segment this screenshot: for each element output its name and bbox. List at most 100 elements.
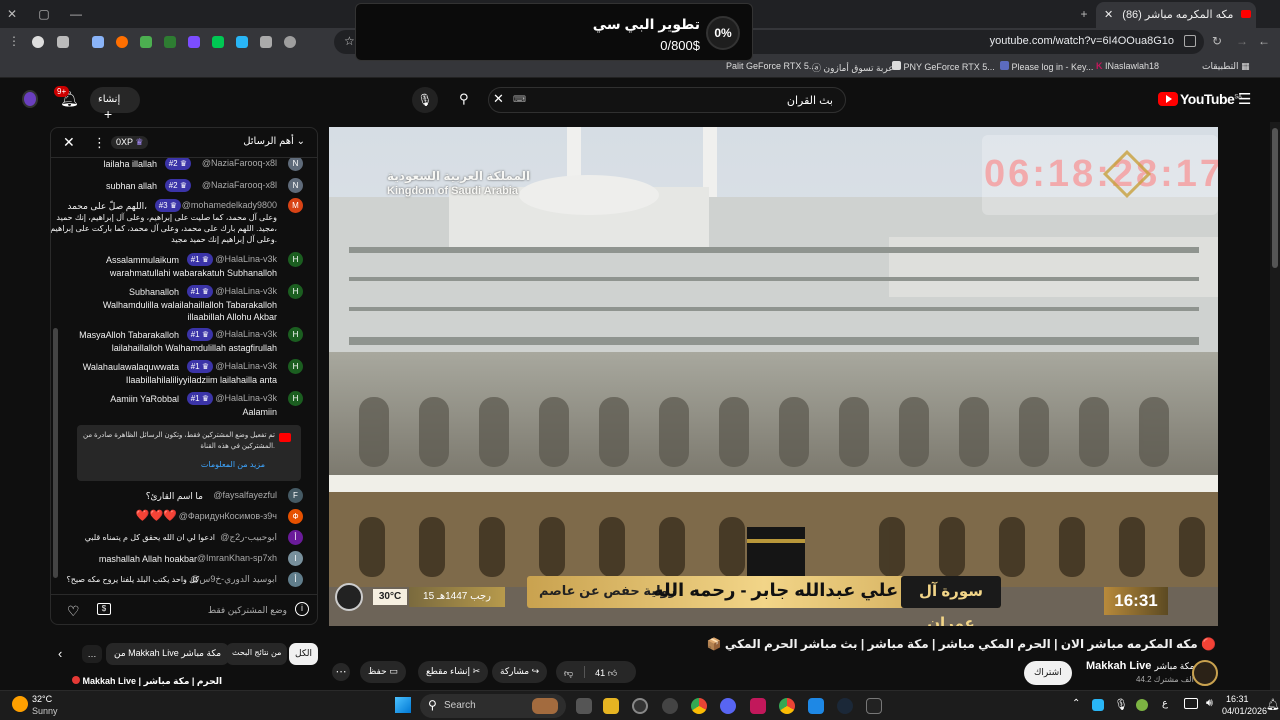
- mic-icon[interactable]: 🎙︎: [412, 87, 438, 113]
- tray-app-green-icon[interactable]: [1136, 699, 1148, 711]
- author-name[interactable]: @NaziaFarooq-x8l: [202, 180, 277, 190]
- info-icon[interactable]: i: [295, 602, 309, 616]
- bookmark-item[interactable]: PNY GeForce RTX 5...: [892, 61, 995, 72]
- epic-games-icon[interactable]: [866, 698, 882, 714]
- search-input[interactable]: ⚲ ✕ ⌨ بث القران: [459, 87, 846, 113]
- profile-icon[interactable]: [32, 36, 44, 48]
- subscribe-button[interactable]: اشتراك: [1024, 661, 1072, 685]
- bookmark-item[interactable]: Please log in - Key...: [1000, 61, 1093, 72]
- close-window-icon[interactable]: ✕: [4, 6, 20, 22]
- points-badge[interactable]: 0XP ♛: [111, 136, 149, 149]
- channel-name[interactable]: Makkah Live مكة مباشر: [1086, 660, 1194, 672]
- reload-icon[interactable]: ↻: [1212, 34, 1222, 48]
- author-name[interactable]: @HalaLina-v3k: [215, 286, 277, 296]
- chip-channel[interactable]: من Makkah Live مكة مباشر: [106, 643, 230, 665]
- chip-all[interactable]: الكل: [289, 643, 319, 665]
- author-name[interactable]: @HalaLina-v3k: [215, 361, 277, 371]
- search-icon[interactable]: ⚲: [459, 91, 469, 107]
- extension-wave-icon[interactable]: [236, 36, 248, 48]
- like-icon[interactable]: 👍︎: [608, 668, 617, 678]
- language-indicator[interactable]: ع: [1162, 698, 1168, 709]
- chrome-profile-icon[interactable]: [779, 698, 795, 714]
- extension-grey-icon[interactable]: [284, 36, 296, 48]
- clock-date[interactable]: 04/01/2026: [1222, 706, 1267, 716]
- page-scrollbar-thumb[interactable]: [1272, 128, 1278, 268]
- save-button[interactable]: حفظ ▭: [360, 661, 406, 683]
- active-tab[interactable]: ✕ (86) مكه المكرمه مباشر: [1096, 2, 1256, 28]
- taskbar-search[interactable]: ⚲ Search: [420, 694, 566, 718]
- app-blue-icon[interactable]: [808, 698, 824, 714]
- volume-icon[interactable]: 🔊︎: [1206, 697, 1213, 710]
- bookmark-item[interactable]: K INaslawlah18: [1096, 61, 1159, 71]
- learn-more-link[interactable]: مزيد من المعلومات: [201, 460, 265, 469]
- extension-kick-icon[interactable]: [212, 36, 224, 48]
- maximize-window-icon[interactable]: ▢: [36, 6, 52, 22]
- super-chat-icon[interactable]: $: [97, 603, 111, 615]
- author-name[interactable]: @ابوسيد الدوري-خ9س: [190, 574, 277, 585]
- dislike-icon[interactable]: 👎︎: [564, 668, 573, 678]
- site-info-icon[interactable]: [1184, 35, 1196, 47]
- url-text[interactable]: youtube.com/watch?v=6I4OOua8G1o: [990, 35, 1174, 47]
- clock-time[interactable]: 16:31: [1226, 694, 1249, 704]
- bookmark-star-icon[interactable]: ☆: [344, 34, 355, 48]
- weather-temp[interactable]: 32°C: [32, 694, 52, 704]
- forward-icon[interactable]: →: [1236, 34, 1248, 48]
- close-chat-icon[interactable]: ✕: [63, 134, 75, 151]
- author-name[interactable]: @ابوحبيب-ر2ج: [220, 532, 277, 543]
- discord-icon[interactable]: [720, 698, 736, 714]
- speaker-icon[interactable]: [260, 36, 272, 48]
- author-name[interactable]: @ImranKhan-sp7xh: [197, 553, 277, 563]
- author-name[interactable]: @faysalfayezful: [213, 490, 277, 500]
- author-name[interactable]: @NaziaFarooq-x8l: [202, 158, 277, 168]
- new-tab-icon[interactable]: +: [1076, 6, 1092, 22]
- chat-menu-icon[interactable]: ⋮: [93, 135, 106, 151]
- display-icon[interactable]: [1184, 698, 1198, 709]
- author-name[interactable]: @HalaLina-v3k: [215, 393, 277, 403]
- apps-shortcut[interactable]: التطبيقات ▦: [1202, 61, 1250, 72]
- app-icon[interactable]: [632, 698, 648, 714]
- chat-scrollbar[interactable]: [53, 328, 58, 578]
- file-explorer-icon[interactable]: [603, 698, 619, 714]
- notification-bell-icon[interactable]: 🔔︎: [1266, 698, 1280, 711]
- chips-prev-icon[interactable]: ‹: [58, 646, 62, 661]
- settings-gear-icon[interactable]: [662, 698, 678, 714]
- steam-icon[interactable]: [837, 698, 853, 714]
- tray-chevron-icon[interactable]: ⌃: [1072, 698, 1080, 709]
- clear-search-icon[interactable]: ✕: [493, 91, 504, 107]
- video-player[interactable]: المملكة العربية السعودية Kingdom of Saud…: [329, 127, 1218, 626]
- minimize-window-icon[interactable]: —: [68, 6, 84, 22]
- chip-search[interactable]: من نتائج البحث: [226, 643, 288, 665]
- hamburger-menu-icon[interactable]: ☰: [1238, 90, 1251, 108]
- heart-icon[interactable]: ♡: [67, 603, 80, 620]
- chip-overflow[interactable]: …: [82, 645, 102, 663]
- windows-start-icon[interactable]: [395, 697, 411, 713]
- avatar[interactable]: [22, 90, 38, 108]
- create-button[interactable]: إنشاء +: [90, 87, 140, 122]
- share-button[interactable]: مشاركة ↪: [492, 661, 548, 683]
- author-name[interactable]: @ФаридунКосимов-з9ч: [179, 511, 277, 521]
- back-icon[interactable]: ←: [1258, 34, 1270, 48]
- author-name[interactable]: @HalaLina-v3k: [215, 329, 277, 339]
- bookmark-item[interactable]: ⓐ عربة تسوق أمازون: [812, 61, 894, 74]
- youtube-logo[interactable]: YouTubeSA: [1158, 91, 1242, 107]
- close-tab-icon[interactable]: ✕: [1104, 9, 1113, 21]
- tray-app-icon[interactable]: [1092, 699, 1104, 711]
- bookmark-item[interactable]: Palit GeForce RTX 5...: [726, 61, 816, 71]
- extensions-puzzle-icon[interactable]: [92, 36, 104, 48]
- extension-orange-icon[interactable]: [116, 36, 128, 48]
- app-red-icon[interactable]: [750, 698, 766, 714]
- chat-mode-dropdown[interactable]: أهم الرسائل ⌄: [243, 136, 305, 147]
- weather-label[interactable]: Sunny: [32, 706, 58, 716]
- extension-twitch-icon[interactable]: [188, 36, 200, 48]
- extension-green-icon[interactable]: [140, 36, 152, 48]
- next-video-item[interactable]: Makkah Live | الحرم | مكة مباشر: [72, 676, 318, 690]
- more-actions-icon[interactable]: ⋯: [332, 663, 350, 681]
- keyboard-icon[interactable]: ⌨: [513, 94, 526, 105]
- task-view-icon[interactable]: [576, 698, 592, 714]
- channel-avatar[interactable]: [1192, 660, 1218, 686]
- clip-button[interactable]: إنشاء مقطع ✂: [418, 661, 489, 683]
- mic-tray-icon[interactable]: 🎙︎: [1114, 698, 1128, 711]
- author-name[interactable]: @HalaLina-v3k: [215, 254, 277, 264]
- like-count[interactable]: 41: [595, 668, 605, 678]
- sun-weather-icon[interactable]: [12, 696, 28, 712]
